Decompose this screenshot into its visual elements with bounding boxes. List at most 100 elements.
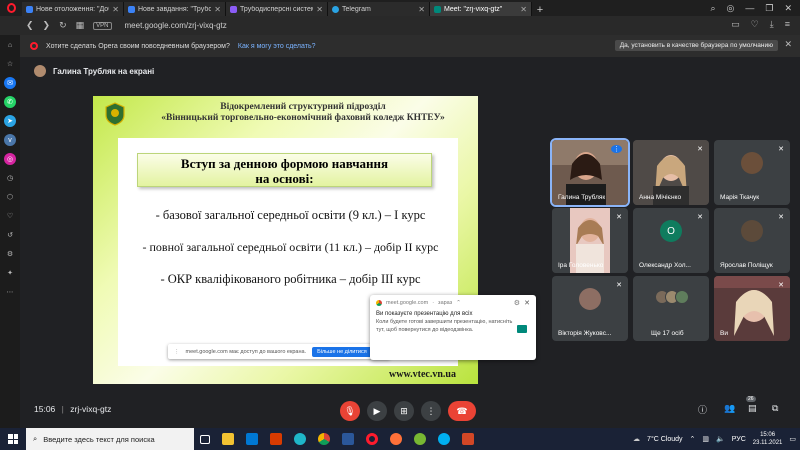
file-explorer-icon[interactable] <box>222 433 234 445</box>
participant-tile-self[interactable]: ✕ Ви <box>714 276 790 341</box>
powerpoint-icon[interactable] <box>462 433 474 445</box>
search-tabs-icon[interactable]: ⌕ <box>710 3 715 14</box>
search-placeholder: Введите здесь текст для поиска <box>43 434 155 444</box>
more-options-button[interactable]: ⋮ <box>421 401 441 421</box>
camera-icon: ▶ <box>373 405 381 416</box>
reload-icon[interactable]: ↻ <box>59 20 67 31</box>
participant-tile[interactable]: ✕ Ярослав Поліщук <box>714 208 790 273</box>
participant-tile[interactable]: ⋮ Галина Трубляк <box>550 138 630 207</box>
banner-link[interactable]: Как я могу это сделать? <box>238 43 316 50</box>
tab-close-icon[interactable]: ✕ <box>112 5 119 14</box>
clock-icon[interactable]: ◷ <box>4 172 16 184</box>
edge-icon[interactable] <box>294 433 306 445</box>
chrome-taskbar-icon[interactable] <box>318 433 330 445</box>
firefox-icon[interactable] <box>390 433 402 445</box>
participant-tile[interactable]: ✕ Вікторія Жуковс... <box>552 276 628 341</box>
activities-icon[interactable]: ⧉ <box>772 403 778 414</box>
people-icon[interactable]: 👥 <box>724 403 735 414</box>
maximize-icon[interactable]: ❐ <box>765 3 773 14</box>
tab-close-icon[interactable]: ✕ <box>214 5 221 14</box>
easy-setup-icon[interactable]: ≡ <box>785 19 790 30</box>
network-icon[interactable]: ▥ <box>702 435 709 443</box>
participant-name: Ярослав Поліщук <box>720 262 773 269</box>
present-now-button[interactable]: ⊞ <box>394 401 414 421</box>
banner-close-icon[interactable]: ✕ <box>784 39 792 50</box>
leave-call-button[interactable]: ☎ <box>448 401 476 421</box>
notifications-icon[interactable]: ▭ <box>789 435 796 443</box>
volume-icon[interactable]: 🔈 <box>716 435 725 443</box>
camera-permission-icon[interactable]: ▭ <box>731 19 740 30</box>
taskbar-search[interactable]: ⌕ Введите здесь текст для поиска <box>26 428 194 450</box>
tab-close-icon[interactable]: ✕ <box>418 5 425 14</box>
chat-icon[interactable]: ▤ <box>748 403 757 414</box>
task-view-icon[interactable] <box>200 434 210 444</box>
meet-window: Галина Трубляк на екрані Відокремлений с… <box>20 57 800 428</box>
opera-taskbar-icon[interactable] <box>366 433 378 445</box>
new-tab-button[interactable]: + <box>532 4 548 16</box>
weather-text[interactable]: 7°C Cloudy <box>647 436 682 443</box>
participant-tile[interactable]: ✕ Марія Ткачук <box>714 140 790 205</box>
whatsapp-icon[interactable]: ✆ <box>4 96 16 108</box>
browser-tab[interactable]: Нове отоложення: "Добр ✕ <box>22 2 124 16</box>
start-button[interactable] <box>0 428 26 450</box>
tray-chevron-icon[interactable]: ⌃ <box>690 435 696 443</box>
cube-icon[interactable]: ⬡ <box>4 191 16 203</box>
slide-title-line2: на основі: <box>255 171 314 186</box>
participant-tile[interactable]: ✕ Анна Мічієнко <box>633 140 709 205</box>
tab-close-icon[interactable]: ✕ <box>316 5 323 14</box>
browser-tab-active[interactable]: Meet: "zrj-vixq-gtz" ✕ <box>430 2 532 16</box>
participant-tile[interactable]: О ✕ Олександр Хол... <box>633 208 709 273</box>
notification-close-icon[interactable]: ✕ <box>524 299 530 307</box>
skype-icon[interactable] <box>438 433 450 445</box>
mail-icon[interactable] <box>246 433 258 445</box>
download-icon[interactable]: ⤓ <box>770 19 774 30</box>
utorrent-icon[interactable] <box>414 433 426 445</box>
more-icon[interactable]: ⋯ <box>4 286 16 298</box>
meeting-details-icon[interactable]: ⓘ <box>698 403 707 416</box>
settings-gear-icon[interactable]: ⚙ <box>4 248 16 260</box>
tab-label: Трубодисперсні системи <box>240 5 314 13</box>
heart-icon[interactable]: ♡ <box>4 210 16 222</box>
back-icon[interactable]: ❮ <box>26 20 34 31</box>
address-bar: ❮ ❯ ↻ ▦ VPN meet.google.com/zrj-vixq-gtz… <box>0 16 800 35</box>
participant-tile-others[interactable]: Ще 17 осіб <box>633 276 709 341</box>
set-default-button[interactable]: Да, установить в качестве браузера по ум… <box>614 40 778 51</box>
language-indicator[interactable]: РУС <box>732 436 746 443</box>
participant-tile[interactable]: ✕ Іра Головенько <box>552 208 628 273</box>
tab-close-icon[interactable]: ✕ <box>520 5 527 14</box>
microphone-toggle-button[interactable]: 🎙 <box>340 401 360 421</box>
slide-website: www.vtec.vn.ua <box>389 369 456 380</box>
snapshot-icon[interactable]: ◎ <box>727 3 735 14</box>
history-icon[interactable]: ↺ <box>4 229 16 241</box>
share-bar-handle-icon[interactable]: ⋮ <box>174 349 180 355</box>
camera-toggle-button[interactable]: ▶ <box>367 401 387 421</box>
stop-sharing-button[interactable]: Більше не ділитися <box>312 346 372 357</box>
bookmark-icon[interactable]: ♡ <box>751 19 759 30</box>
presentation-notification[interactable]: meet.google.com · зараз ⌃ Ви показуєте п… <box>370 295 536 360</box>
share-bar-text: meet.google.com має доступ до вашого екр… <box>185 348 307 355</box>
close-window-icon[interactable]: ✕ <box>784 3 792 14</box>
participant-avatar <box>579 288 601 310</box>
browser-tab[interactable]: Нове завдання: "Трубоди✕ <box>124 2 226 16</box>
telegram-icon[interactable]: ➤ <box>4 115 16 127</box>
url-field[interactable]: meet.google.com/zrj-vixq-gtz <box>125 21 227 30</box>
speed-dial-icon[interactable]: ▦ <box>76 20 85 31</box>
notification-settings-icon[interactable]: ⚙ <box>514 299 520 307</box>
opera-menu-icon[interactable] <box>0 0 22 16</box>
messenger-icon[interactable]: ✉ <box>4 77 16 89</box>
vpn-badge[interactable]: VPN <box>93 21 112 30</box>
instagram-icon[interactable]: ◎ <box>4 153 16 165</box>
browser-tab[interactable]: Трубодисперсні системи ✕ <box>226 2 328 16</box>
lightbulb-icon[interactable]: ✦ <box>4 267 16 279</box>
star-icon[interactable]: ☆ <box>4 58 16 70</box>
browser-tab[interactable]: Telegram ✕ <box>328 2 430 16</box>
home-icon[interactable]: ⌂ <box>4 39 16 51</box>
forward-icon[interactable]: ❯ <box>43 20 51 31</box>
word-icon[interactable] <box>342 433 354 445</box>
participant-avatar: О <box>660 220 682 242</box>
taskbar-clock[interactable]: 15:06 23.11.2021 <box>753 431 783 447</box>
vk-icon[interactable]: v <box>4 134 16 146</box>
tab-favicon-icon <box>128 5 135 13</box>
minimize-icon[interactable]: — <box>745 3 754 13</box>
office-icon[interactable] <box>270 433 282 445</box>
